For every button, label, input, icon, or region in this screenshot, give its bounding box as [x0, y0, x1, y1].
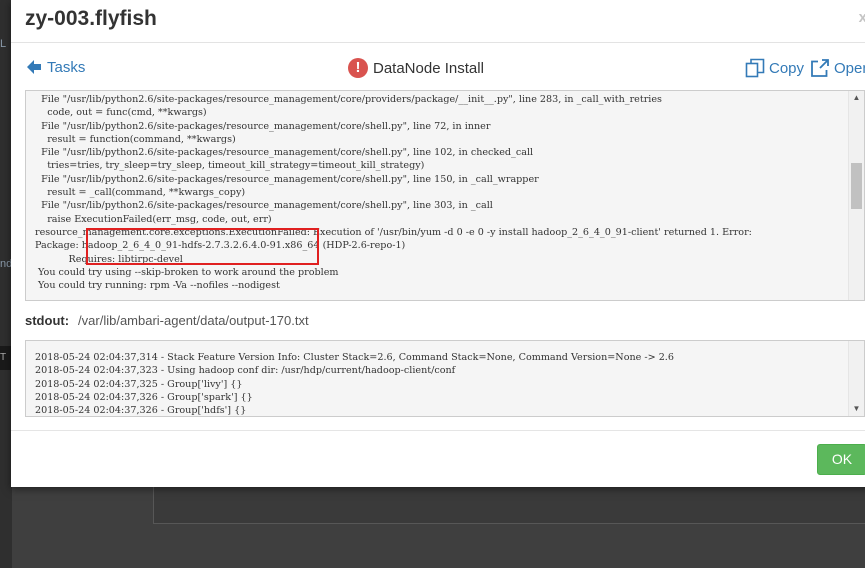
error-icon: ! — [348, 58, 368, 78]
stderr-scrollbar[interactable]: ▲ — [848, 91, 864, 300]
background-tab: T — [0, 346, 11, 370]
log-line: raise ExecutionFailed(err_msg, code, out… — [35, 213, 272, 225]
task-toolbar: Tasks ! DataNode Install Copy Open — [11, 42, 865, 90]
log-line: File "/usr/lib/python2.6/site-packages/r… — [35, 120, 491, 132]
log-line: result = function(command, **kwargs) — [35, 133, 236, 145]
stdout-label: stdout: — [25, 313, 70, 328]
log-line: You could try using --skip-broken to wor… — [35, 266, 339, 278]
log-line: 2018-05-24 02:04:37,314 - Stack Feature … — [35, 352, 674, 363]
footer-divider — [11, 430, 865, 431]
log-line: 2018-05-24 02:04:37,326 - Group['hdfs'] … — [35, 405, 247, 417]
log-line: File "/usr/lib/python2.6/site-packages/r… — [35, 94, 662, 105]
close-button[interactable]: x — [859, 9, 865, 26]
scroll-thumb[interactable] — [851, 163, 862, 209]
task-title-label: DataNode Install — [373, 59, 484, 77]
log-line: tries=tries, try_sleep=try_sleep, timeou… — [35, 160, 425, 172]
log-line: result = _call(command, **kwargs_copy) — [35, 187, 246, 199]
modal-title: zy-003.flyfish — [25, 7, 157, 30]
log-line: code, out = func(cmd, **kwargs) — [35, 107, 207, 119]
stdout-header: stdout: /var/lib/ambari-agent/data/outpu… — [25, 313, 309, 328]
background-text-fragment: L — [0, 38, 7, 50]
stdout-scrollbar[interactable]: ▼ — [848, 341, 864, 416]
copy-label: Copy — [769, 59, 805, 77]
error-highlight-annotation — [86, 228, 319, 265]
external-link-icon — [811, 59, 829, 77]
log-line: File "/usr/lib/python2.6/site-packages/r… — [35, 173, 539, 185]
stderr-log[interactable]: File "/usr/lib/python2.6/site-packages/r… — [25, 90, 865, 301]
back-to-tasks-link[interactable]: Tasks — [25, 58, 85, 76]
task-log-modal: zy-003.flyfish x Tasks ! DataNode Instal… — [11, 0, 865, 487]
log-line: 2018-05-24 02:04:37,323 - Using hadoop c… — [35, 365, 456, 377]
stdout-file-path: /var/lib/ambari-agent/data/output-170.tx… — [78, 313, 309, 328]
open-button[interactable]: Open — [810, 58, 865, 78]
background-panel — [153, 486, 865, 524]
log-line: 2018-05-24 02:04:37,326 - Group['spark']… — [35, 391, 253, 403]
stdout-log-text: 2018-05-24 02:04:37,314 - Stack Feature … — [35, 351, 844, 417]
log-line: File "/usr/lib/python2.6/site-packages/r… — [35, 147, 534, 159]
scroll-up-arrow-icon[interactable]: ▲ — [849, 91, 864, 105]
open-label: Open — [834, 59, 865, 77]
log-line: File "/usr/lib/python2.6/site-packages/r… — [35, 200, 493, 212]
scroll-down-arrow-icon[interactable]: ▼ — [849, 402, 864, 416]
back-link-label: Tasks — [47, 58, 86, 76]
task-title: ! DataNode Install — [348, 58, 484, 78]
modal-header: zy-003.flyfish x — [11, 0, 865, 43]
copy-button[interactable]: Copy — [745, 58, 804, 78]
stdout-log[interactable]: 2018-05-24 02:04:37,314 - Stack Feature … — [25, 340, 865, 417]
log-line: 2018-05-24 02:04:37,325 - Group['livy'] … — [35, 378, 243, 390]
ok-button[interactable]: OK — [817, 444, 865, 475]
log-line: You could try running: rpm -Va --nofiles… — [35, 280, 280, 292]
arrow-left-icon — [27, 60, 41, 74]
copy-icon — [745, 58, 765, 78]
